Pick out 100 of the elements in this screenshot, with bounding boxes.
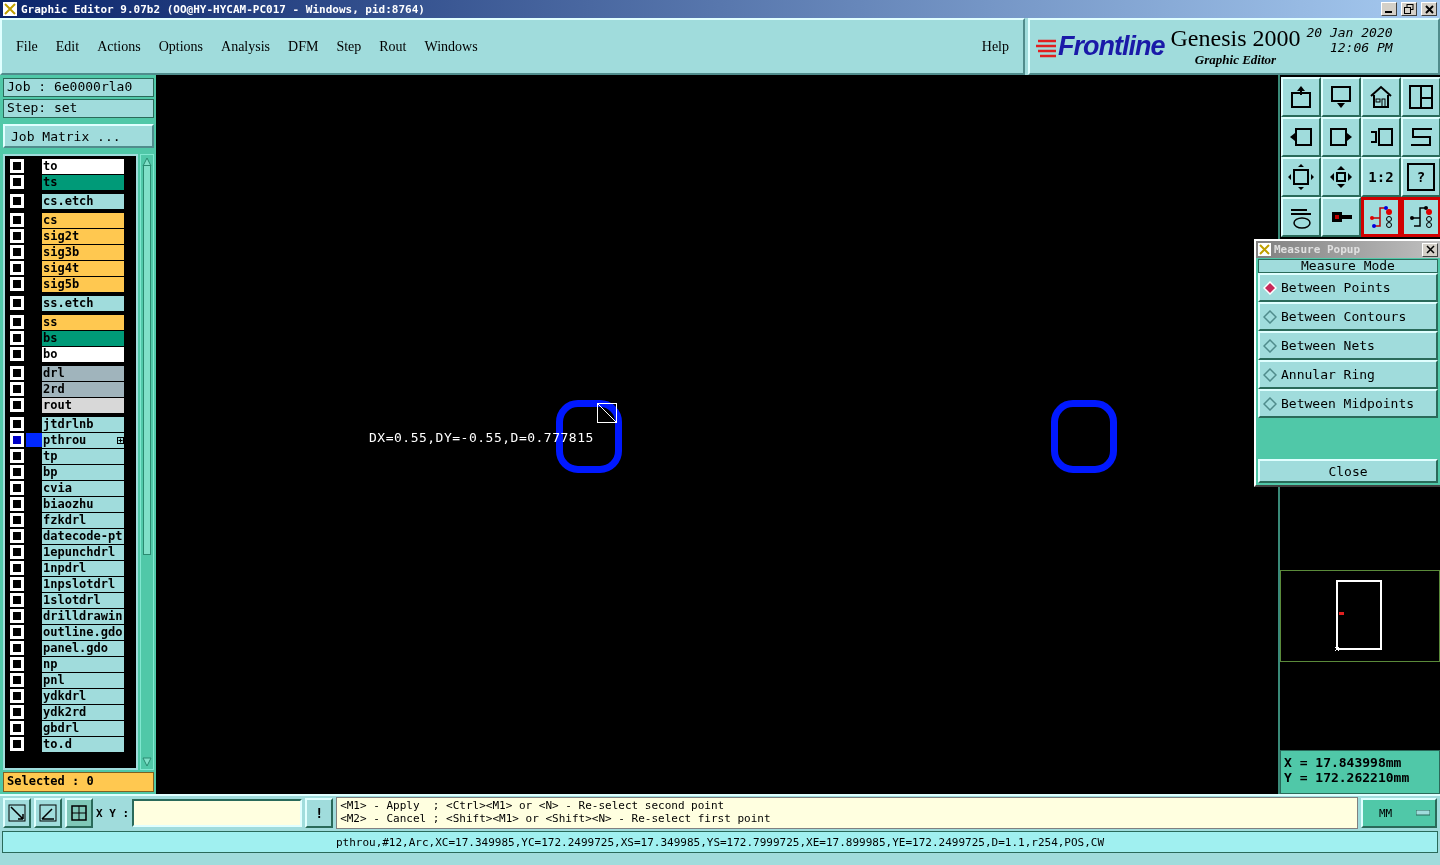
layer-checkbox[interactable]	[10, 382, 24, 396]
layer-checkbox[interactable]	[10, 641, 24, 655]
layer-name[interactable]: ydk2rd	[42, 704, 124, 720]
help-button[interactable]: ?	[1401, 157, 1440, 197]
tool-button[interactable]	[1361, 197, 1401, 237]
scrollbar[interactable]	[140, 154, 154, 770]
layer-name[interactable]: drilldrawin	[42, 608, 124, 624]
layer-checkbox[interactable]	[10, 481, 24, 495]
layer-name[interactable]: gbdrl	[42, 720, 124, 736]
layer-name[interactable]: outline.gdo	[42, 624, 124, 640]
layer-name[interactable]: to.d	[42, 736, 124, 752]
layer-checkbox[interactable]	[10, 593, 24, 607]
mode-radio[interactable]: Between Contours	[1258, 302, 1438, 331]
layer-name[interactable]: cs	[42, 212, 124, 228]
layer-name[interactable]: 1epunchdrl	[42, 544, 124, 560]
layer-name[interactable]: np	[42, 656, 124, 672]
layer-checkbox[interactable]	[10, 315, 24, 329]
layer-name[interactable]: 1slotdrl	[42, 592, 124, 608]
layer-checkbox[interactable]	[10, 175, 24, 189]
layer-checkbox[interactable]	[10, 657, 24, 671]
minimize-button[interactable]	[1381, 2, 1397, 16]
layer-checkbox[interactable]	[10, 398, 24, 412]
layer-name[interactable]: 1npdrl	[42, 560, 124, 576]
layer-checkbox[interactable]	[10, 194, 24, 208]
layer-name[interactable]: panel.gdo	[42, 640, 124, 656]
layer-name[interactable]: sig4t	[42, 260, 124, 276]
layer-checkbox[interactable]	[10, 705, 24, 719]
mode-radio[interactable]: Between Midpoints	[1258, 389, 1438, 418]
menu-item[interactable]: Help	[981, 38, 1009, 55]
menu-item[interactable]: File	[16, 38, 38, 55]
layer-checkbox[interactable]	[10, 609, 24, 623]
alert-button[interactable]: !	[305, 798, 334, 828]
layer-name[interactable]: biaozhu	[42, 496, 124, 512]
tool-button[interactable]	[1401, 197, 1440, 237]
layer-name[interactable]: tp	[42, 448, 124, 464]
menu-item[interactable]: Options	[158, 38, 204, 55]
layer-name[interactable]: 1npslotdrl	[42, 576, 124, 592]
layer-checkbox[interactable]	[10, 277, 24, 291]
mini-map[interactable]	[1280, 570, 1440, 662]
layer-checkbox[interactable]	[10, 347, 24, 361]
layer-name[interactable]: ydkdrl	[42, 688, 124, 704]
xy-input-field[interactable]	[132, 799, 303, 827]
layer-checkbox[interactable]	[10, 497, 24, 511]
layer-checkbox[interactable]	[10, 245, 24, 259]
layer-checkbox[interactable]	[10, 331, 24, 345]
layer-name[interactable]: datecode-pt	[42, 528, 124, 544]
close-button[interactable]: Close	[1258, 459, 1438, 483]
layer-name[interactable]: bo	[42, 346, 124, 362]
layer-name[interactable]: fzkdrl	[42, 512, 124, 528]
layer-checkbox[interactable]	[10, 449, 24, 463]
layer-name[interactable]: ss.etch	[42, 295, 124, 311]
layer-checkbox[interactable]	[10, 213, 24, 227]
layer-name[interactable]: ts	[42, 174, 124, 190]
layer-checkbox[interactable]	[10, 561, 24, 575]
units-dropdown[interactable]: MM	[1361, 798, 1437, 828]
layer-checkbox[interactable]	[10, 545, 24, 559]
mode-radio[interactable]: Between Points	[1258, 273, 1438, 302]
layer-name[interactable]: to	[42, 158, 124, 174]
layer-checkbox[interactable]	[10, 229, 24, 243]
layer-name[interactable]: drl	[42, 365, 124, 381]
layer-checkbox[interactable]	[10, 465, 24, 479]
layer-name[interactable]: sig2t	[42, 228, 124, 244]
layer-checkbox[interactable]	[10, 529, 24, 543]
layer-checkbox[interactable]	[10, 625, 24, 639]
layer-name[interactable]: pnl	[42, 672, 124, 688]
layer-checkbox[interactable]	[10, 577, 24, 591]
layer-checkbox[interactable]	[10, 673, 24, 687]
layer-checkbox[interactable]	[10, 417, 24, 431]
layer-name[interactable]: cvia	[42, 480, 124, 496]
layer-checkbox[interactable]	[10, 737, 24, 751]
layer-name[interactable]: ss	[42, 314, 124, 330]
layer-name[interactable]: jtdrlnb	[42, 416, 124, 432]
layer-name[interactable]: 2rd	[42, 381, 124, 397]
layer-name[interactable]: cs.etch	[42, 193, 124, 209]
restore-button[interactable]	[1401, 2, 1417, 16]
zoom-ratio-button[interactable]: 1:2	[1361, 157, 1401, 197]
layer-checkbox[interactable]	[10, 721, 24, 735]
layer-name[interactable]: sig3b	[42, 244, 124, 260]
layer-checkbox[interactable]	[10, 433, 24, 447]
job-matrix-button[interactable]: Job Matrix ...	[3, 124, 154, 148]
layer-checkbox[interactable]	[10, 366, 24, 380]
mode-radio[interactable]: Annular Ring	[1258, 360, 1438, 389]
layer-name[interactable]: sig5b	[42, 276, 124, 292]
layer-name[interactable]: rout	[42, 397, 124, 413]
menu-item[interactable]: DFM	[288, 38, 319, 55]
menu-item[interactable]: Analysis	[221, 38, 271, 55]
menu-item[interactable]: Rout	[379, 38, 407, 55]
layer-name[interactable]: bp	[42, 464, 124, 480]
menu-item[interactable]: Edit	[55, 38, 80, 55]
menu-item[interactable]: Step	[336, 38, 362, 55]
layer-name[interactable]: pthrou	[42, 432, 124, 448]
menu-item[interactable]: Actions	[97, 38, 141, 55]
layer-checkbox[interactable]	[10, 261, 24, 275]
layer-checkbox[interactable]	[10, 296, 24, 310]
layer-name[interactable]: bs	[42, 330, 124, 346]
menu-item[interactable]: Windows	[424, 38, 478, 55]
layer-checkbox[interactable]	[10, 689, 24, 703]
close-button[interactable]	[1421, 2, 1437, 16]
close-button[interactable]	[1422, 242, 1438, 257]
layer-checkbox[interactable]	[10, 513, 24, 527]
